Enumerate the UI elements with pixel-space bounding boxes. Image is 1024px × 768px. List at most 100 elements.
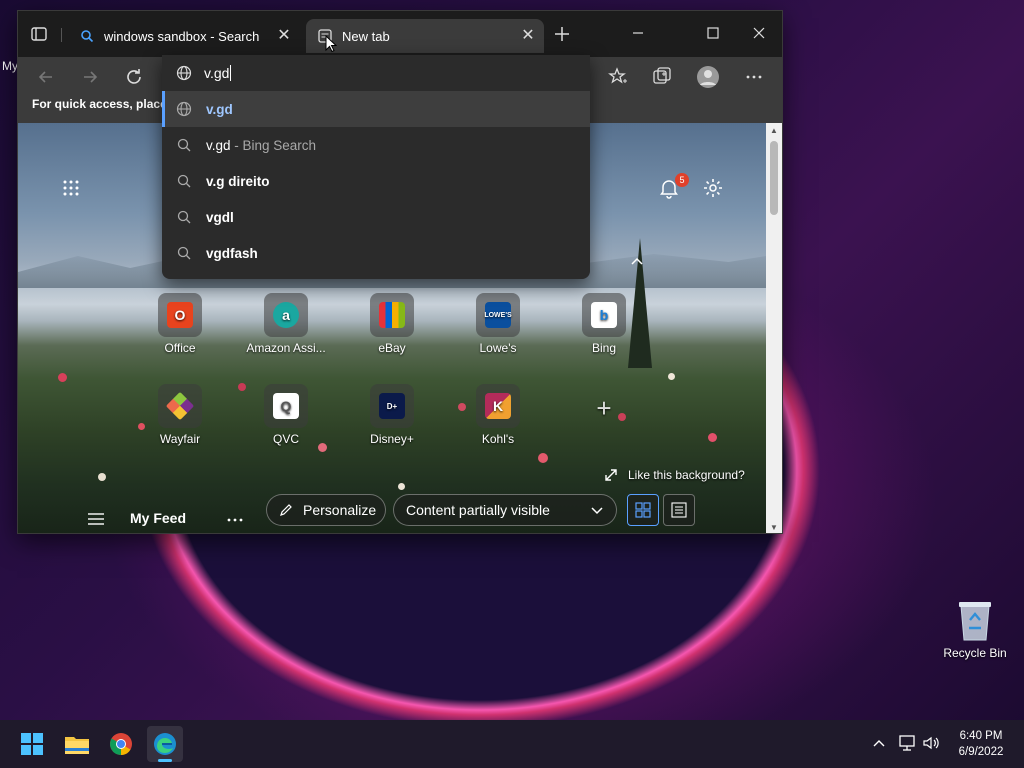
new-tab-button[interactable] xyxy=(553,25,571,43)
quick-link-disney-plus[interactable]: D+ Disney+ xyxy=(342,384,442,446)
ebay-bag-icon xyxy=(370,293,414,337)
close-window-button[interactable] xyxy=(744,21,774,45)
quick-link-kohls[interactable]: K Kohl's xyxy=(448,384,548,446)
list-view-button[interactable] xyxy=(663,494,695,526)
content-visibility-dropdown[interactable]: Content partially visible xyxy=(393,494,617,526)
more-options-icon[interactable] xyxy=(742,65,766,89)
quick-link-label: Amazon Assi... xyxy=(246,341,326,355)
active-app-indicator xyxy=(158,759,172,762)
recycle-bin-shortcut[interactable]: Recycle Bin xyxy=(940,598,1010,660)
page-scrollbar[interactable]: ▲ ▼ xyxy=(766,123,782,533)
scrollbar-thumb[interactable] xyxy=(770,141,778,215)
quick-link-label: Bing xyxy=(591,341,617,355)
collapse-chevron-icon[interactable] xyxy=(630,256,644,266)
clock-time: 6:40 PM xyxy=(959,730,1003,742)
mouse-cursor-icon xyxy=(325,35,337,53)
globe-icon xyxy=(176,101,192,117)
profile-avatar-icon[interactable] xyxy=(696,65,720,89)
tab-title: New tab xyxy=(342,28,390,44)
address-bar-dropdown: v.gd v.gd v.gd - Bing Search v.g direito… xyxy=(162,55,590,279)
settings-gear-icon[interactable] xyxy=(702,177,724,199)
feed-menu-icon[interactable] xyxy=(88,512,104,526)
globe-icon xyxy=(176,65,192,81)
network-icon[interactable] xyxy=(898,735,916,751)
like-background-label: Like this background? xyxy=(628,468,745,482)
volume-icon[interactable] xyxy=(922,735,940,751)
scroll-up-icon[interactable]: ▲ xyxy=(770,126,778,135)
address-input[interactable]: v.gd xyxy=(204,65,229,81)
quick-link-bing[interactable]: b Bing xyxy=(554,293,654,355)
pencil-icon xyxy=(280,504,292,516)
tab-title: windows sandbox - Search xyxy=(104,28,260,44)
suggestion-item[interactable]: v.gd - Bing Search xyxy=(162,127,590,163)
chrome-button[interactable] xyxy=(103,726,139,762)
start-button[interactable] xyxy=(14,726,50,762)
file-explorer-button[interactable] xyxy=(59,726,95,762)
personalize-button[interactable]: Personalize xyxy=(266,494,386,526)
chevron-down-icon xyxy=(591,507,603,515)
quick-link-label: Wayfair xyxy=(159,432,201,446)
tab-close-button[interactable]: ✕ xyxy=(276,28,292,44)
forward-button[interactable] xyxy=(78,65,102,89)
quick-link-lowes[interactable]: LOWE'S Lowe's xyxy=(448,293,548,355)
refresh-button[interactable] xyxy=(122,65,146,89)
apps-launcher-icon[interactable] xyxy=(62,179,80,197)
quick-link-amazon-assistant[interactable]: a Amazon Assi... xyxy=(236,293,336,355)
folder-icon xyxy=(65,737,89,754)
quick-link-wayfair[interactable]: Wayfair xyxy=(130,384,230,446)
wayfair-icon xyxy=(158,384,202,428)
kohls-icon: K xyxy=(476,384,520,428)
quick-link-office[interactable]: O Office xyxy=(130,293,230,355)
grid-layout-icon xyxy=(635,502,651,518)
clock-date: 6/9/2022 xyxy=(958,746,1004,758)
collections-icon[interactable] xyxy=(650,65,674,89)
tab-windows-sandbox-search[interactable]: windows sandbox - Search ✕ xyxy=(68,19,300,53)
suggestion-source: - Bing Search xyxy=(230,137,317,153)
grid-view-button[interactable] xyxy=(627,494,659,526)
recycle-bin-icon xyxy=(959,602,991,641)
lowes-icon: LOWE'S xyxy=(476,293,520,337)
expand-arrows-icon xyxy=(605,469,617,481)
text-caret xyxy=(230,65,232,81)
tab-new-tab[interactable]: New tab ✕ xyxy=(306,19,544,53)
search-icon xyxy=(177,138,191,152)
quick-link-label: Lowe's xyxy=(479,341,517,355)
favorites-icon[interactable] xyxy=(606,65,630,89)
search-icon xyxy=(81,30,94,43)
add-quick-link-button[interactable]: + xyxy=(554,393,654,424)
tab-close-button[interactable]: ✕ xyxy=(520,28,536,44)
feed-more-icon[interactable] xyxy=(227,518,243,522)
disney-plus-icon: D+ xyxy=(370,384,414,428)
office-icon: O xyxy=(158,293,202,337)
tab-bar: windows sandbox - Search ✕ New tab ✕ xyxy=(18,11,782,57)
like-background-link[interactable]: Like this background? xyxy=(604,468,745,482)
my-feed-title[interactable]: My Feed xyxy=(130,510,186,526)
search-icon xyxy=(177,174,191,188)
suggestion-item[interactable]: v.gd xyxy=(162,91,590,127)
quick-link-ebay[interactable]: eBay xyxy=(342,293,442,355)
minimize-button[interactable] xyxy=(623,21,653,45)
windows-logo-icon xyxy=(21,733,43,755)
search-icon xyxy=(177,210,191,224)
system-clock[interactable]: 6:40 PM 6/9/2022 xyxy=(948,728,1014,760)
scroll-down-icon[interactable]: ▼ xyxy=(770,523,778,532)
notifications-button[interactable]: 5 xyxy=(658,173,689,199)
quick-link-qvc[interactable]: Q QVC xyxy=(236,384,336,446)
show-hidden-icons-chevron[interactable] xyxy=(872,738,886,748)
suggestion-text: vgdl xyxy=(206,209,234,225)
suggestion-text: v.gd xyxy=(206,101,233,117)
notification-badge: 5 xyxy=(675,173,689,187)
back-button[interactable] xyxy=(34,65,58,89)
amazon-assistant-icon: a xyxy=(264,293,308,337)
chrome-icon xyxy=(110,733,132,755)
suggestion-item[interactable]: vgdl xyxy=(162,199,590,235)
tab-actions-icon[interactable] xyxy=(30,25,48,43)
edge-icon xyxy=(154,733,176,755)
address-bar[interactable]: v.gd xyxy=(162,55,590,91)
desktop-shortcut-label[interactable]: My xyxy=(2,59,18,73)
suggestion-item[interactable]: v.g direito xyxy=(162,163,590,199)
personalize-label: Personalize xyxy=(303,502,377,518)
maximize-button[interactable] xyxy=(698,21,728,45)
suggestion-item[interactable]: vgdfash xyxy=(162,235,590,271)
edge-button[interactable] xyxy=(147,726,183,762)
